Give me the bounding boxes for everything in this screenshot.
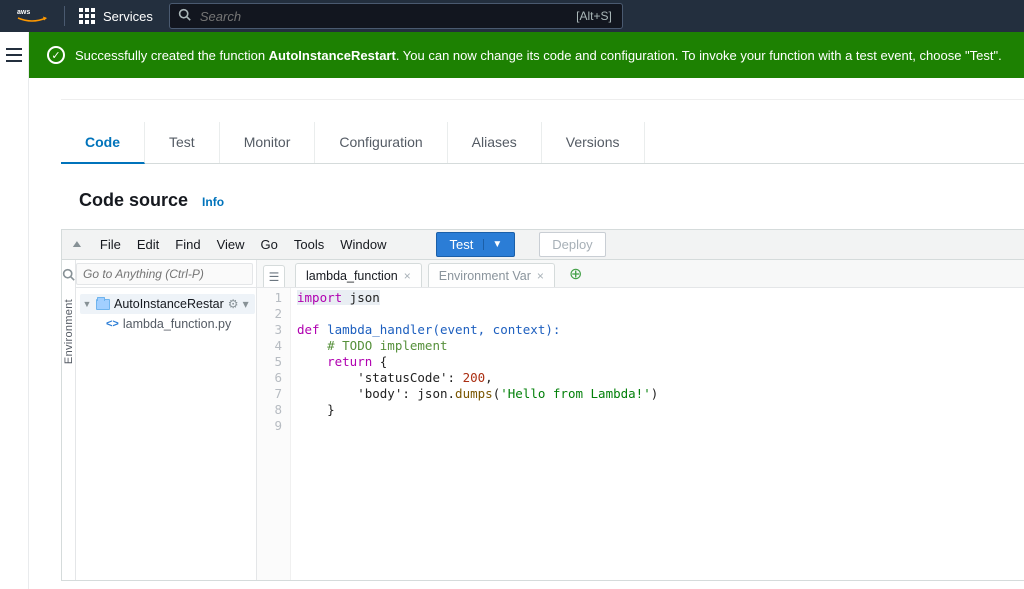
chevron-down-icon: ▼ — [82, 299, 92, 309]
ide-sidebar: Environment ▼ AutoInstanceRestar — [62, 260, 257, 580]
menu-go[interactable]: Go — [261, 237, 278, 252]
tree-file-lambda[interactable]: <> lambda_function.py — [80, 314, 255, 334]
editor-tab-env[interactable]: Environment Var× — [428, 263, 555, 287]
tab-list-icon[interactable]: ☰ — [263, 265, 285, 287]
ide-editor: ☰ lambda_function× Environment Var× ⊕ 12… — [257, 260, 1024, 580]
panel-title: Code source — [79, 190, 188, 211]
search-input[interactable] — [200, 9, 566, 24]
deploy-button[interactable]: Deploy — [539, 232, 605, 257]
menu-find[interactable]: Find — [175, 237, 200, 252]
grid-icon — [79, 8, 95, 24]
tab-configuration[interactable]: Configuration — [315, 122, 447, 163]
function-tabs: Code Test Monitor Configuration Aliases … — [61, 122, 1024, 164]
gear-icon[interactable]: ⚙ — [228, 297, 239, 311]
search-icon[interactable] — [62, 268, 75, 281]
aws-logo[interactable]: aws — [14, 7, 50, 25]
editor-tabs: ☰ lambda_function× Environment Var× ⊕ — [257, 260, 1024, 288]
close-icon[interactable]: × — [537, 269, 544, 283]
code-content[interactable]: import json def lambda_handler(event, co… — [291, 288, 658, 580]
goto-anything — [76, 260, 259, 288]
card-edge — [61, 78, 1024, 100]
tab-aliases[interactable]: Aliases — [448, 122, 542, 163]
search-icon — [170, 8, 200, 24]
editor-tab-lambda[interactable]: lambda_function× — [295, 263, 422, 287]
folder-name: AutoInstanceRestar — [114, 297, 224, 311]
services-label: Services — [103, 9, 153, 24]
line-gutter: 123456789 — [257, 288, 291, 580]
menu-view[interactable]: View — [217, 237, 245, 252]
services-menu-button[interactable]: Services — [73, 8, 159, 24]
success-banner: ✓ Successfully created the function Auto… — [29, 32, 1024, 78]
environment-label[interactable]: Environment — [63, 299, 75, 364]
hamburger-icon[interactable] — [6, 48, 22, 62]
global-search[interactable]: [Alt+S] — [169, 3, 623, 29]
cloud9-ide: ▲ File Edit Find View Go Tools Window Te… — [61, 229, 1024, 581]
tab-code[interactable]: Code — [61, 122, 145, 164]
menu-edit[interactable]: Edit — [137, 237, 159, 252]
menu-tools[interactable]: Tools — [294, 237, 324, 252]
tab-monitor[interactable]: Monitor — [220, 122, 316, 163]
menu-file[interactable]: File — [100, 237, 121, 252]
python-file-icon: <> — [106, 318, 119, 330]
folder-icon — [96, 299, 110, 310]
chevron-down-icon[interactable]: ▼ — [483, 239, 502, 250]
goto-input[interactable] — [76, 263, 253, 285]
test-button[interactable]: Test▼ — [436, 232, 515, 257]
ide-menubar: ▲ File Edit Find View Go Tools Window Te… — [62, 230, 1024, 260]
divider — [64, 6, 65, 26]
menu-window[interactable]: Window — [340, 237, 386, 252]
tab-test[interactable]: Test — [145, 122, 220, 163]
collapse-icon[interactable]: ▲ — [70, 239, 84, 250]
nav-rail — [0, 32, 29, 589]
tree-folder-root[interactable]: ▼ AutoInstanceRestar ⚙ ▾ — [80, 294, 255, 314]
svg-text:aws: aws — [17, 9, 30, 16]
info-link[interactable]: Info — [202, 195, 224, 209]
file-tree: ▼ AutoInstanceRestar ⚙ ▾ <> — [76, 288, 259, 340]
aws-top-nav: aws Services [Alt+S] — [0, 0, 1024, 32]
success-check-icon: ✓ — [47, 46, 65, 64]
code-editor[interactable]: 123456789 import json def lambda_handler… — [257, 288, 1024, 580]
ide-rail: Environment — [62, 260, 76, 580]
banner-text: Successfully created the function AutoIn… — [75, 48, 1002, 63]
file-name: lambda_function.py — [123, 317, 231, 331]
close-icon[interactable]: × — [404, 269, 411, 283]
code-source-header: Code source Info — [61, 164, 1024, 229]
search-shortcut-hint: [Alt+S] — [566, 9, 622, 23]
tab-versions[interactable]: Versions — [542, 122, 645, 163]
add-tab-icon[interactable]: ⊕ — [569, 264, 582, 284]
